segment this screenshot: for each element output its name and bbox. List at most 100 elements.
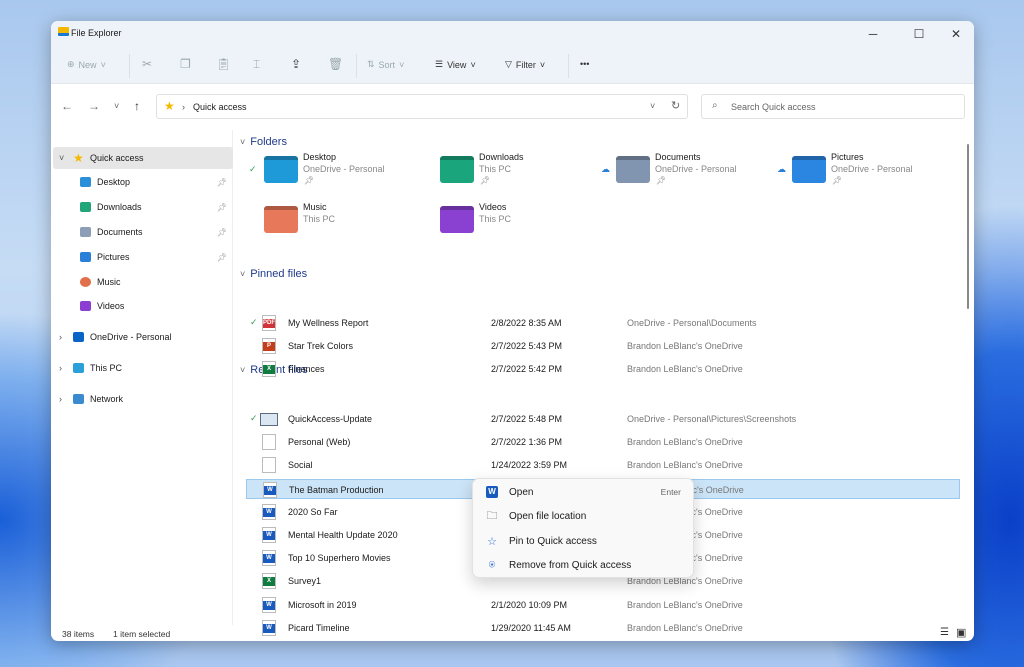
sidebar-item-downloads[interactable]: Downloads 📌︎ [53,196,233,218]
folder-tile[interactable]: Downloads This PC 📌︎ [410,152,580,192]
new-button[interactable]: ⊕ New ˅ [67,59,106,70]
file-row[interactable]: ✓ QuickAccess-Update 2/7/2022 5:48 PM OneDr… [246,409,960,429]
folder-tile[interactable]: ✓ Desktop OneDrive - Personal 📌︎ [234,152,404,192]
folder-tile[interactable]: ☁ Documents OneDrive - Personal 📌︎ [586,152,756,192]
section-label: Folders [250,136,287,148]
file-row[interactable]: W Microsoft in 2019 2/1/2020 10:09 PM Brand… [246,595,960,615]
delete-button[interactable]: 🗑︎ [328,57,343,71]
context-menu-item-open[interactable]: W Open Enter [477,481,689,503]
sidebar-item-label: OneDrive - Personal [90,332,172,342]
sidebar-item-pictures[interactable]: Pictures 📌︎ [53,246,233,268]
expand-chevron-icon[interactable]: › [59,394,73,404]
minimize-button[interactable]: ─ [858,25,888,43]
address-dropdown-icon[interactable]: ˅ [650,101,655,111]
downloads-folder-icon [440,156,474,183]
up-button[interactable]: ↑ [134,99,140,113]
rename-button[interactable]: ⌶ [253,57,260,72]
expand-chevron-icon[interactable]: › [59,332,73,342]
chevron-down-icon: ˅ [240,269,246,279]
sidebar-item-label: Documents [97,227,143,237]
vertical-scrollbar[interactable] [965,130,971,625]
recent-locations-button[interactable]: ˅ [114,101,119,111]
pin-icon: 📌︎ [216,202,227,212]
sidebar-item-desktop[interactable]: Desktop 📌︎ [53,171,233,193]
file-name: Top 10 Superhero Movies [288,553,391,564]
sidebar-item-label: Pictures [97,252,130,262]
divider [356,54,357,78]
divider [568,54,569,78]
file-row[interactable]: X Finances 2/7/2022 5:42 PM Brandon LeBlanc… [246,359,960,379]
divider [129,54,130,78]
pinned-files-header[interactable]: ˅ Pinned files [240,268,307,280]
sidebar-item-this-pc[interactable]: › This PC [53,357,233,379]
copy-button[interactable]: ❐ [180,57,191,71]
filter-button[interactable]: ▽ Filter ˅ [505,59,545,70]
context-menu-label: Open [509,486,534,498]
sidebar-item-onedrive-personal[interactable]: › OneDrive - Personal [53,326,233,348]
context-menu-label: Open file location [509,511,587,522]
view-button[interactable]: ☰ View ˅ [435,59,476,70]
file-row[interactable]: ✓ PDF My Wellness Report 2/8/2022 8:35 AM On… [246,313,960,333]
context-menu-item-pin-to-quick-access[interactable]: ☆ Pin to Quick access [477,530,689,552]
more-options-button[interactable]: ••• [580,59,589,69]
expand-chevron-icon[interactable]: ˅ [59,153,73,163]
close-button[interactable]: ✕ [941,25,971,43]
search-icon: ⌕ [712,100,718,111]
file-row[interactable]: Personal (Web) 2/7/2022 1:36 PM Brandon Le… [246,432,960,452]
sort-button[interactable]: ⇅ Sort ˅ [367,59,404,70]
context-menu-item-open-file-location[interactable]: 🗀 Open file location [477,506,689,528]
sidebar-item-videos[interactable]: Videos [53,295,233,317]
documents-folder-icon [616,156,650,183]
paste-button[interactable]: 📋︎ [216,57,231,71]
file-row[interactable]: P Star Trek Colors 2/7/2022 5:43 PM Brandon… [246,336,960,356]
sidebar-item-network[interactable]: › Network [53,388,233,410]
file-location: Brandon LeBlanc's OneDrive [627,364,743,375]
folder-tile[interactable]: Videos This PC [410,202,580,242]
sidebar-item-label: Quick access [90,153,144,163]
file-date: 2/8/2022 8:35 AM [491,318,562,328]
sidebar-item-documents[interactable]: Documents 📌︎ [53,221,233,243]
word-file-icon: W [262,596,276,613]
details-view-button[interactable]: ☰ [940,627,949,638]
search-input[interactable]: ⌕ Search Quick access [701,94,965,119]
filter-icon: ▽ [505,59,512,69]
sort-label: Sort [378,59,396,70]
tiles-view-button[interactable]: ▣ [956,626,966,639]
file-location: OneDrive - Personal\Pictures\Screenshots [627,414,797,424]
context-menu-label: Remove from Quick access [509,560,632,571]
navigation-bar: ← → ˅ ↑ ★ › Quick access ˅ ↻ ⌕ Search Qu… [51,84,974,130]
word-badge: W [263,600,275,610]
folder-tile[interactable]: ☁ Pictures OneDrive - Personal 📌︎ [762,152,932,192]
breadcrumb-quick-access[interactable]: Quick access [193,102,247,112]
expand-chevron-icon[interactable]: › [59,363,73,373]
share-button[interactable]: ⇪ [291,57,301,71]
back-button[interactable]: ← [61,99,73,113]
forward-button[interactable]: → [88,99,100,113]
folder-location: OneDrive - Personal [831,164,913,174]
maximize-button[interactable]: ☐ [904,25,934,43]
cut-button[interactable]: ✂ [142,57,152,71]
documents-icon [80,227,91,237]
pin-icon: 📌︎ [216,177,227,187]
scrollbar-thumb[interactable] [967,144,969,309]
sidebar-item-music[interactable]: Music [53,271,233,293]
chevron-down-icon: ˅ [240,137,246,147]
chevron-down-icon: ˅ [240,365,246,375]
context-menu-item-remove-from-quick-access[interactable]: ⍟ Remove from Quick access [477,555,689,577]
address-bar[interactable]: ★ › Quick access ˅ ↻ [156,94,688,119]
file-name: 2020 So Far [288,506,338,517]
pc-icon [73,363,84,373]
search-placeholder: Search Quick access [731,102,816,112]
folder-tile[interactable]: Music This PC [234,202,404,242]
pin-icon: 📌︎ [304,176,315,185]
context-menu: W Open Enter 🗀 Open file location ☆ Pin to Qui… [472,478,694,578]
sidebar-item-quick-access[interactable]: ˅ ★ Quick access [53,147,233,169]
folders-header[interactable]: ˅ Folders [240,136,287,148]
pdf-badge: PDF [263,319,275,328]
pin-icon: 📌︎ [480,176,491,185]
refresh-icon[interactable]: ↻ [671,99,680,112]
synced-check-icon: ✓ [250,317,258,327]
desktop-folder-icon [264,156,298,183]
file-row[interactable]: Social 1/24/2022 3:59 PM Brandon LeBlanc's… [246,455,960,475]
selection-count: 1 item selected [113,629,171,639]
